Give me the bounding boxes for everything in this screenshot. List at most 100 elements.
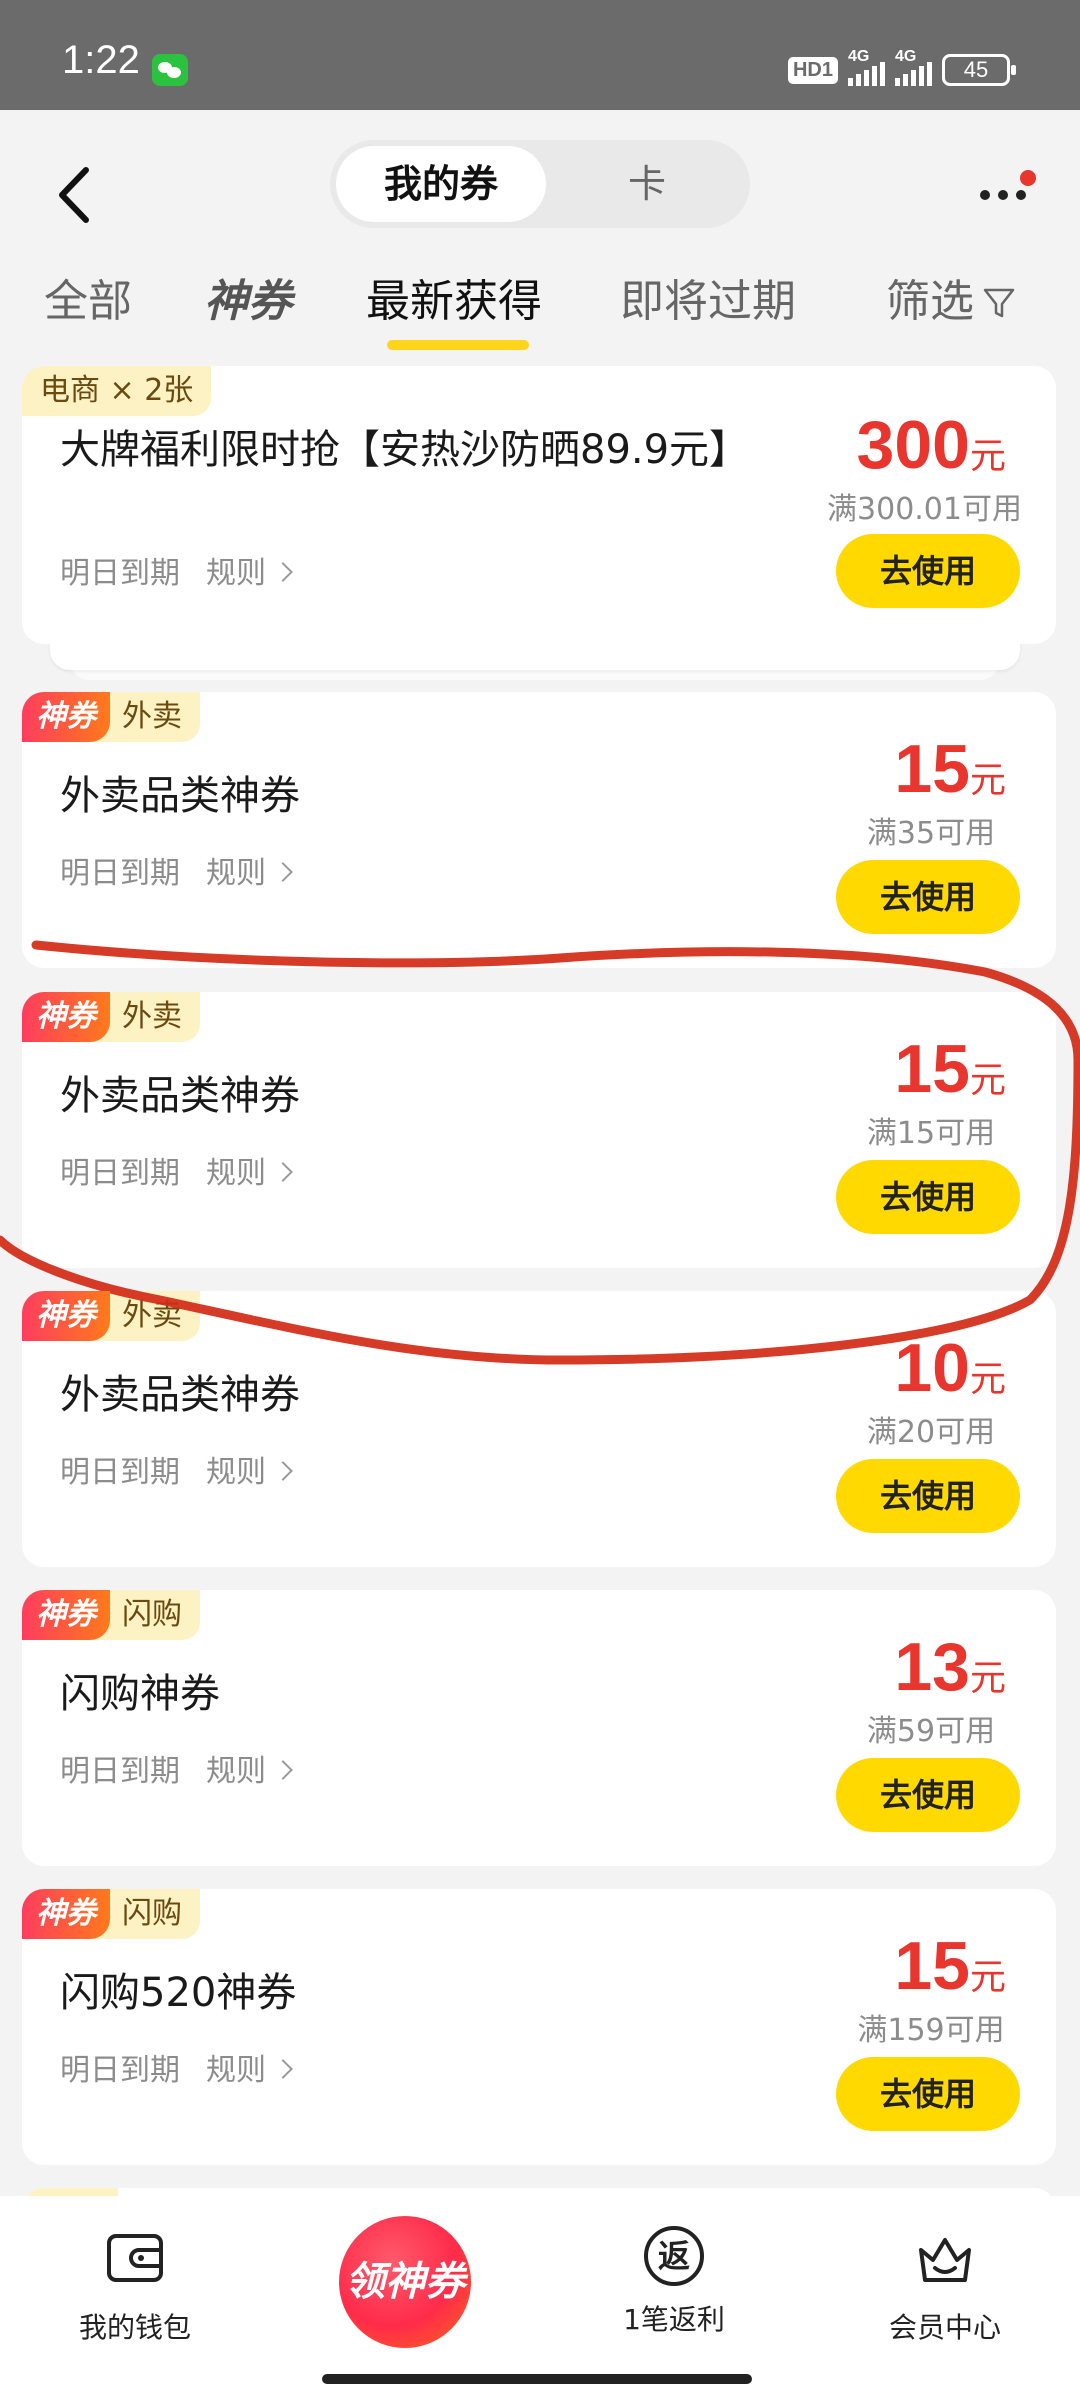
- coupon-meta: 明日到期 规则: [60, 848, 293, 892]
- use-coupon-button[interactable]: 去使用: [836, 1160, 1020, 1234]
- coupon-tags: 神券 外卖: [22, 1291, 200, 1341]
- nav-wallet[interactable]: 我的钱包: [35, 2226, 235, 2346]
- use-coupon-button[interactable]: 去使用: [836, 860, 1020, 934]
- chevron-right-icon: [273, 1461, 293, 1481]
- nav-member-center[interactable]: 会员中心: [845, 2226, 1045, 2346]
- usage-condition: 满35可用: [866, 816, 996, 851]
- use-coupon-button[interactable]: 去使用: [836, 2057, 1020, 2131]
- amount-unit: 元: [969, 436, 1006, 477]
- coupon-title: 闪购神券: [60, 1671, 220, 1717]
- segment-cards[interactable]: 卡: [550, 146, 744, 222]
- status-indicators: HD1 4G 4G 45: [787, 48, 1016, 90]
- home-indicator: [322, 2374, 752, 2384]
- usage-condition: 满300.01可用: [827, 492, 1022, 527]
- get-coupons-button[interactable]: 领神券: [339, 2216, 471, 2348]
- rules-link[interactable]: 规则: [206, 1156, 266, 1191]
- page-header: 我的券 卡 全部 神券 最新获得 即将过期 筛选: [0, 110, 1080, 360]
- coupon-meta: 明日到期 规则: [60, 1148, 293, 1192]
- coupon-amount: 300元: [756, 406, 1056, 484]
- coupon-amount: 15元: [756, 1030, 1056, 1108]
- coupon-title: 外卖品类神券: [60, 1073, 300, 1119]
- wallet-icon: [107, 2234, 163, 2282]
- use-coupon-button[interactable]: 去使用: [836, 1459, 1020, 1533]
- coupon-tags: 神券 外卖: [22, 692, 200, 742]
- nav-rebate[interactable]: 返 1笔返利: [574, 2226, 774, 2338]
- coupon-card[interactable]: 神券 闪购 闪购520神券 明日到期 规则 15元 满159可用 去使用: [22, 1889, 1056, 2165]
- filter-tabs: 全部 神券 最新获得 即将过期 筛选: [0, 270, 1080, 350]
- tab-shen-coupons[interactable]: 神券: [204, 270, 292, 334]
- filter-label: 筛选: [886, 276, 974, 327]
- back-arrow-icon[interactable]: [50, 160, 100, 230]
- usage-condition: 满20可用: [866, 1415, 996, 1450]
- coupon-card[interactable]: 神券 外卖 外卖品类神券 明日到期 规则 15元 满15可用 去使用: [22, 992, 1056, 1268]
- use-coupon-button[interactable]: 去使用: [836, 534, 1020, 608]
- segment-my-coupons[interactable]: 我的券: [336, 146, 546, 222]
- active-tab-indicator: [387, 340, 529, 350]
- coupon-amount: 13元: [756, 1628, 1056, 1706]
- coupon-title: 大牌福利限时抢【安热沙防晒89.9元】: [60, 427, 750, 473]
- shen-coupon-badge: 神券: [22, 692, 110, 742]
- signal-icon: 4G: [895, 48, 932, 86]
- segment-control: 我的券 卡: [330, 140, 750, 228]
- coupon-tags: 神券 闪购: [22, 1590, 200, 1640]
- coupon-meta: 明日到期 规则: [60, 1447, 293, 1491]
- amount-value: 10: [894, 1330, 970, 1406]
- rules-link[interactable]: 规则: [206, 1754, 266, 1789]
- chevron-right-icon: [273, 1162, 293, 1182]
- expiry-text: 明日到期: [60, 1156, 180, 1191]
- use-coupon-button[interactable]: 去使用: [836, 1758, 1020, 1832]
- coupon-card[interactable]: 神券 闪购 闪购神券 明日到期 规则 13元 满59可用 去使用: [22, 1590, 1056, 1866]
- bottom-nav: 我的钱包 领神券 返 1笔返利 会员中心: [0, 2196, 1080, 2400]
- chevron-right-icon: [273, 1760, 293, 1780]
- nav-label: 我的钱包: [78, 2311, 191, 2344]
- expiry-text: 明日到期: [60, 556, 180, 591]
- coupon-amount: 15元: [756, 730, 1056, 808]
- amount-value: 300: [856, 407, 970, 483]
- rules-link[interactable]: 规则: [206, 556, 266, 591]
- tab-filter[interactable]: 筛选: [886, 270, 1016, 334]
- signal-icon: 4G: [848, 48, 885, 86]
- amount-value: 15: [894, 1031, 970, 1107]
- shen-coupon-badge: 神券: [22, 1291, 110, 1341]
- rules-link[interactable]: 规则: [206, 2053, 266, 2088]
- network-type-label: 4G: [848, 48, 870, 65]
- amount-unit: 元: [969, 1658, 1006, 1699]
- coupon-title: 外卖品类神券: [60, 1372, 300, 1418]
- coupon-card[interactable]: 神券 外卖 外卖品类神券 明日到期 规则 15元 满35可用 去使用: [22, 692, 1056, 968]
- coupon-title: 外卖品类神券: [60, 773, 300, 819]
- expiry-text: 明日到期: [60, 1455, 180, 1490]
- tab-expiring[interactable]: 即将过期: [620, 270, 796, 334]
- chevron-right-icon: [273, 862, 293, 882]
- rules-link[interactable]: 规则: [206, 856, 266, 891]
- amount-unit: 元: [969, 1060, 1006, 1101]
- expiry-text: 明日到期: [60, 1754, 180, 1789]
- nav-label: 会员中心: [888, 2311, 1001, 2344]
- shen-coupon-badge: 神券: [22, 1590, 110, 1640]
- notification-dot: [1020, 170, 1036, 186]
- usage-condition: 满159可用: [857, 2013, 1005, 2048]
- tab-newest[interactable]: 最新获得: [366, 270, 542, 334]
- expiry-text: 明日到期: [60, 856, 180, 891]
- tab-all[interactable]: 全部: [44, 270, 132, 334]
- amount-value: 15: [894, 1928, 970, 2004]
- amount-unit: 元: [969, 1359, 1006, 1400]
- chevron-right-icon: [273, 2059, 293, 2079]
- coupon-meta: 明日到期 规则: [60, 2045, 293, 2089]
- rebate-icon: 返: [644, 2226, 704, 2286]
- coupon-card[interactable]: 电商 × 2张 大牌福利限时抢【安热沙防晒89.9元】 明日到期 规则 300元 …: [22, 366, 1056, 644]
- shen-coupon-badge: 神券: [22, 1889, 110, 1939]
- coupon-meta: 明日到期 规则: [60, 1746, 293, 1790]
- rebate-icon-char: 返: [657, 2237, 690, 2275]
- amount-unit: 元: [969, 760, 1006, 801]
- coupon-title: 闪购520神券: [60, 1970, 297, 2016]
- crown-basket-icon: [919, 2238, 971, 2282]
- wechat-notification-icon: [152, 54, 188, 86]
- rules-link[interactable]: 规则: [206, 1455, 266, 1490]
- more-options-icon[interactable]: [976, 170, 1036, 220]
- status-bar: 1:22 HD1 4G 4G 45: [0, 0, 1080, 110]
- filter-funnel-icon: [983, 288, 1015, 318]
- usage-condition: 满59可用: [866, 1714, 996, 1749]
- coupon-card[interactable]: 神券 外卖 外卖品类神券 明日到期 规则 10元 满20可用 去使用: [22, 1291, 1056, 1567]
- coupon-tags: 神券 闪购: [22, 1889, 200, 1939]
- coupon-tags: 电商 × 2张: [22, 366, 212, 416]
